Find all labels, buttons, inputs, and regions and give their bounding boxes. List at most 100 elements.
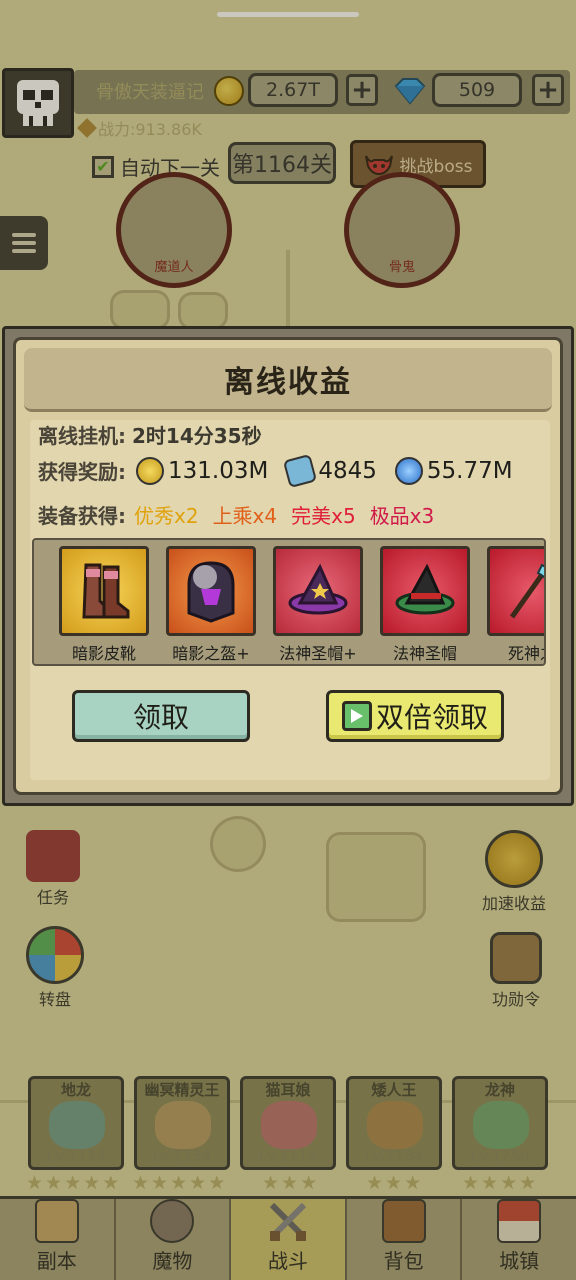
star-icon: ★ <box>481 1172 499 1194</box>
star-icon: ★ <box>189 1172 207 1194</box>
star-icon: ★ <box>281 1172 299 1194</box>
gold-coin-icon <box>214 76 244 106</box>
equipment-item[interactable]: 死神之 <box>486 546 544 664</box>
star-icon: ★ <box>300 1172 318 1194</box>
nav-town[interactable]: 城镇 <box>462 1199 576 1280</box>
bg-path <box>286 250 290 330</box>
star-icon: ★ <box>262 1172 280 1194</box>
monster-stars: ★ ★ ★ ★ <box>462 1174 536 1193</box>
side-button-speed[interactable]: 加速收益 <box>482 830 546 914</box>
star-icon: ★ <box>366 1172 384 1194</box>
monster-stars: ★ ★ ★ ★ ★ <box>26 1174 119 1193</box>
monster-level: Lv.1134 <box>152 1147 212 1165</box>
star-icon: ★ <box>45 1172 63 1194</box>
swords-icon <box>269 1202 307 1241</box>
boots-icon <box>59 546 149 636</box>
wizard-hat-icon <box>273 546 363 636</box>
bg-rock <box>178 292 228 330</box>
nav-monsters[interactable]: 魔物 <box>116 1199 232 1280</box>
nav-dungeon[interactable]: 副本 <box>0 1199 116 1280</box>
side-button-tasks[interactable]: 任务 <box>26 830 80 908</box>
hero-slot-1[interactable]: 魔道人 <box>116 172 232 288</box>
side-button-wheel-label: 转盘 <box>38 990 71 1009</box>
gem-amount: 509 <box>432 73 522 107</box>
rewards-row: 获得奖励: 131.03M 4845 55.77M <box>38 453 531 488</box>
add-gem-button[interactable]: + <box>532 74 564 106</box>
monster-portrait <box>261 1101 317 1149</box>
hero-slot-1-label: 魔道人 <box>154 260 194 275</box>
monster-card[interactable]: 矮人王 Lv.1134 <box>346 1076 442 1170</box>
monster-portrait <box>155 1101 211 1149</box>
monster-name: 幽冥精灵王 <box>144 1081 220 1099</box>
dialog-header: 离线收益 <box>24 348 552 412</box>
equip-supreme-count: 极品x3 <box>369 504 435 528</box>
reward-soul-stone-value: 4845 <box>318 457 377 484</box>
side-button-merit-label: 功勋令 <box>491 990 540 1009</box>
equipment-item-name: 暗影皮靴 <box>71 644 136 663</box>
monster-icon <box>150 1199 195 1243</box>
monster-portrait <box>473 1101 529 1149</box>
star-icon: ★ <box>151 1172 169 1194</box>
side-button-speed-label: 加速收益 <box>482 894 547 913</box>
equipment-item[interactable]: 暗影之盔+ <box>165 546 257 664</box>
dialog-title: 离线收益 <box>224 364 352 400</box>
star-icon: ★ <box>385 1172 403 1194</box>
monster-level: Lv.1134 <box>364 1147 424 1165</box>
nav-battle[interactable]: 战斗 <box>231 1199 347 1280</box>
star-icon: ★ <box>404 1172 422 1194</box>
side-button-merit[interactable]: 功勋令 <box>490 932 542 1010</box>
equipment-item[interactable]: 法神圣帽+ <box>272 546 364 664</box>
blue-orb-icon <box>394 456 423 485</box>
monster-stars: ★ ★ ★ <box>366 1174 421 1193</box>
nav-monsters-label: 魔物 <box>152 1249 193 1273</box>
side-button-wheel[interactable]: 转盘 <box>26 926 84 1010</box>
monster-card[interactable]: 龙神 Lv.1250 <box>452 1076 548 1170</box>
wheel-icon <box>26 926 84 984</box>
bg-building <box>326 832 426 922</box>
helmet-icon <box>166 546 256 636</box>
helmet-icon <box>490 932 542 984</box>
reward-blue-orb-value: 55.77M <box>426 457 513 484</box>
equip-superior-count: 上乘x4 <box>212 504 278 528</box>
hamburger-menu-button[interactable] <box>0 216 48 270</box>
gold-coin-icon <box>136 456 164 485</box>
add-gold-button[interactable]: + <box>346 74 378 106</box>
equipment-item[interactable]: 暗影皮靴 <box>58 546 150 664</box>
combat-power: 战力:913.86K <box>77 116 202 140</box>
side-button-tasks-label: 任务 <box>36 888 69 907</box>
star-icon: ★ <box>26 1172 44 1194</box>
star-icon: ★ <box>208 1172 226 1194</box>
hero-slot-2-label: 骨鬼 <box>388 260 415 275</box>
idle-time-value: 2时14分35秒 <box>132 424 262 448</box>
monster-level: Lv.1250 <box>470 1147 530 1165</box>
hero-slot-2[interactable]: 骨鬼 <box>344 172 460 288</box>
combat-power-value: 战力:913.86K <box>98 120 202 139</box>
soul-stone-icon <box>283 453 318 488</box>
menu-line <box>12 249 36 253</box>
star-icon: ★ <box>462 1172 480 1194</box>
equip-excellent-count: 优秀x2 <box>134 504 199 528</box>
claim-button[interactable]: 领取 <box>72 690 250 742</box>
player-avatar[interactable] <box>2 68 74 138</box>
double-claim-label: 双倍领取 <box>375 701 488 734</box>
monster-portrait <box>367 1101 423 1149</box>
equip-perfect-count: 完美x5 <box>291 504 356 528</box>
skull-icon <box>17 80 59 126</box>
star-icon: ★ <box>170 1172 188 1194</box>
monster-card[interactable]: 幽冥精灵王 Lv.1134 <box>134 1076 230 1170</box>
coin-speed-icon <box>485 830 543 888</box>
power-icon <box>77 118 97 138</box>
nav-backpack[interactable]: 背包 <box>347 1199 463 1280</box>
monster-card[interactable]: 猫耳娘 Lv.1114 <box>240 1076 336 1170</box>
reward-blue-orb: 55.77M <box>394 456 513 485</box>
auto-next-checkbox[interactable]: ✔ <box>92 155 114 178</box>
monster-level: Lv.1134 <box>46 1147 106 1165</box>
monster-card[interactable]: 地龙 Lv.1134 <box>28 1076 124 1170</box>
nav-town-label: 城镇 <box>499 1249 540 1273</box>
equipment-label: 装备获得: <box>38 504 126 528</box>
equipment-item-name: 死神之 <box>507 644 544 663</box>
equipment-items-strip[interactable]: 暗影皮靴 暗影之盔+ 法神圣帽+ 法神圣帽 死神之 <box>32 538 546 666</box>
status-bar-indicator <box>217 12 359 17</box>
double-claim-button[interactable]: 双倍领取 <box>326 690 504 742</box>
equipment-item[interactable]: 法神圣帽 <box>379 546 471 664</box>
